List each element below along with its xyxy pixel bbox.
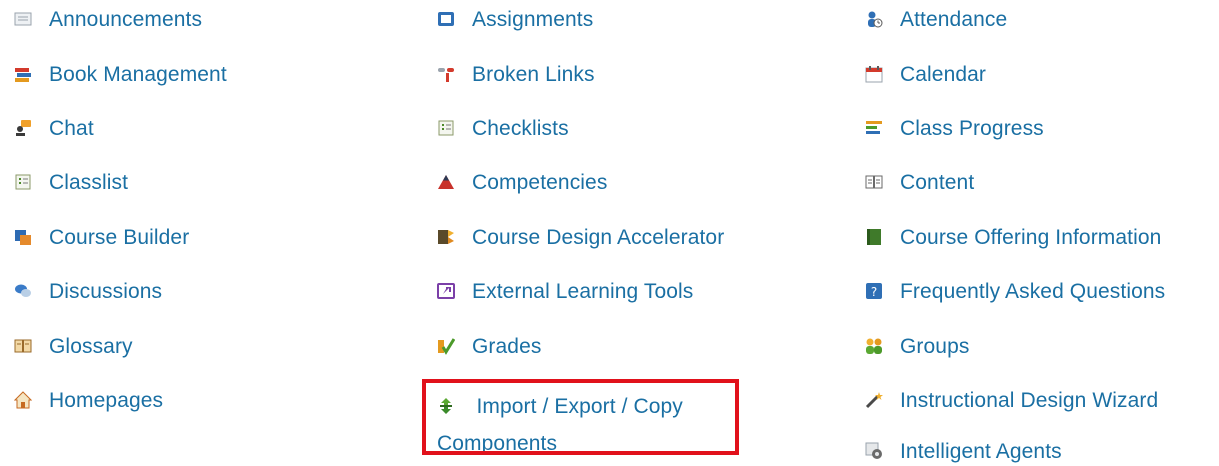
tool-link-intelligent-agents[interactable]: Intelligent Agents — [865, 439, 1062, 464]
tool-link-chat[interactable]: Chat — [14, 116, 94, 141]
tool-link-discussions[interactable]: Discussions — [14, 279, 162, 304]
highlight-box — [422, 379, 739, 455]
tool-link-glossary[interactable]: Glossary — [14, 334, 133, 359]
tool-label: Calendar — [900, 63, 987, 86]
tool-label: Homepages — [49, 389, 164, 412]
tool-label: Content — [900, 171, 975, 194]
tool-label: Book Management — [49, 63, 227, 86]
broken-link-icon — [437, 65, 455, 83]
tool-link-external-learning-tools[interactable]: External Learning Tools — [437, 279, 693, 304]
tool-label: Checklists — [472, 117, 569, 140]
tool-label: Announcements — [49, 8, 203, 31]
tool-link-assignments[interactable]: Assignments — [437, 7, 593, 32]
tool-label: Instructional Design Wizard — [900, 389, 1159, 412]
magic-wand-icon — [865, 391, 883, 409]
tool-link-calendar[interactable]: Calendar — [865, 62, 986, 87]
tool-link-homepages[interactable]: Homepages — [14, 388, 163, 413]
grades-icon — [437, 337, 455, 355]
tool-link-broken-links[interactable]: Broken Links — [437, 62, 595, 87]
tool-link-instructional-design-wizard[interactable]: Instructional Design Wizard — [865, 388, 1158, 413]
pyramid-icon — [437, 173, 455, 191]
svg-text:?: ? — [871, 285, 877, 299]
external-tool-icon — [437, 282, 455, 300]
tool-label: Groups — [900, 335, 970, 358]
tool-link-attendance[interactable]: Attendance — [865, 7, 1007, 32]
tool-label: Intelligent Agents — [900, 440, 1062, 463]
assignments-icon — [437, 10, 455, 28]
checklist-icon — [437, 119, 455, 137]
course-builder-icon — [14, 228, 32, 246]
tool-link-course-design-accelerator[interactable]: Course Design Accelerator — [437, 225, 724, 250]
tool-label: Course Builder — [49, 226, 190, 249]
agent-gear-icon — [865, 442, 883, 460]
content-book-icon — [865, 173, 883, 191]
calendar-icon — [865, 65, 883, 83]
tool-link-class-progress[interactable]: Class Progress — [865, 116, 1044, 141]
tool-label: Frequently Asked Questions — [900, 280, 1166, 303]
tool-link-competencies[interactable]: Competencies — [437, 170, 607, 195]
tool-label: Classlist — [49, 171, 129, 194]
tool-link-checklists[interactable]: Checklists — [437, 116, 569, 141]
tool-link-grades[interactable]: Grades — [437, 334, 541, 359]
tool-label: Grades — [472, 335, 542, 358]
tool-label: Glossary — [49, 335, 133, 358]
open-book-icon — [14, 337, 32, 355]
tool-link-course-offering-information[interactable]: Course Offering Information — [865, 225, 1161, 250]
discussions-icon — [14, 282, 32, 300]
tool-label: Attendance — [900, 8, 1008, 31]
accelerator-icon — [437, 228, 455, 246]
tool-label: Discussions — [49, 280, 163, 303]
announcements-icon — [14, 10, 32, 28]
tool-label: Assignments — [472, 8, 594, 31]
tool-label: Course Design Accelerator — [472, 226, 725, 249]
tool-link-announcements[interactable]: Announcements — [14, 7, 202, 32]
tool-link-groups[interactable]: Groups — [865, 334, 969, 359]
tool-link-frequently-asked-questions[interactable]: ? Frequently Asked Questions — [865, 279, 1165, 304]
book-stack-icon — [14, 65, 32, 83]
tool-label: Broken Links — [472, 63, 595, 86]
green-book-icon — [865, 228, 883, 246]
tool-label: Class Progress — [900, 117, 1044, 140]
tool-label: Competencies — [472, 171, 608, 194]
faq-icon: ? — [865, 282, 883, 300]
tool-link-book-management[interactable]: Book Management — [14, 62, 227, 87]
tool-label: Chat — [49, 117, 94, 140]
tool-label: Course Offering Information — [900, 226, 1162, 249]
tool-link-classlist[interactable]: Classlist — [14, 170, 128, 195]
attendance-icon — [865, 10, 883, 28]
progress-bars-icon — [865, 119, 883, 137]
tool-link-course-builder[interactable]: Course Builder — [14, 225, 189, 250]
groups-icon — [865, 337, 883, 355]
tool-label: External Learning Tools — [472, 280, 694, 303]
tool-link-content[interactable]: Content — [865, 170, 974, 195]
home-icon — [14, 391, 32, 409]
classlist-icon — [14, 173, 32, 191]
chat-icon — [14, 119, 32, 137]
